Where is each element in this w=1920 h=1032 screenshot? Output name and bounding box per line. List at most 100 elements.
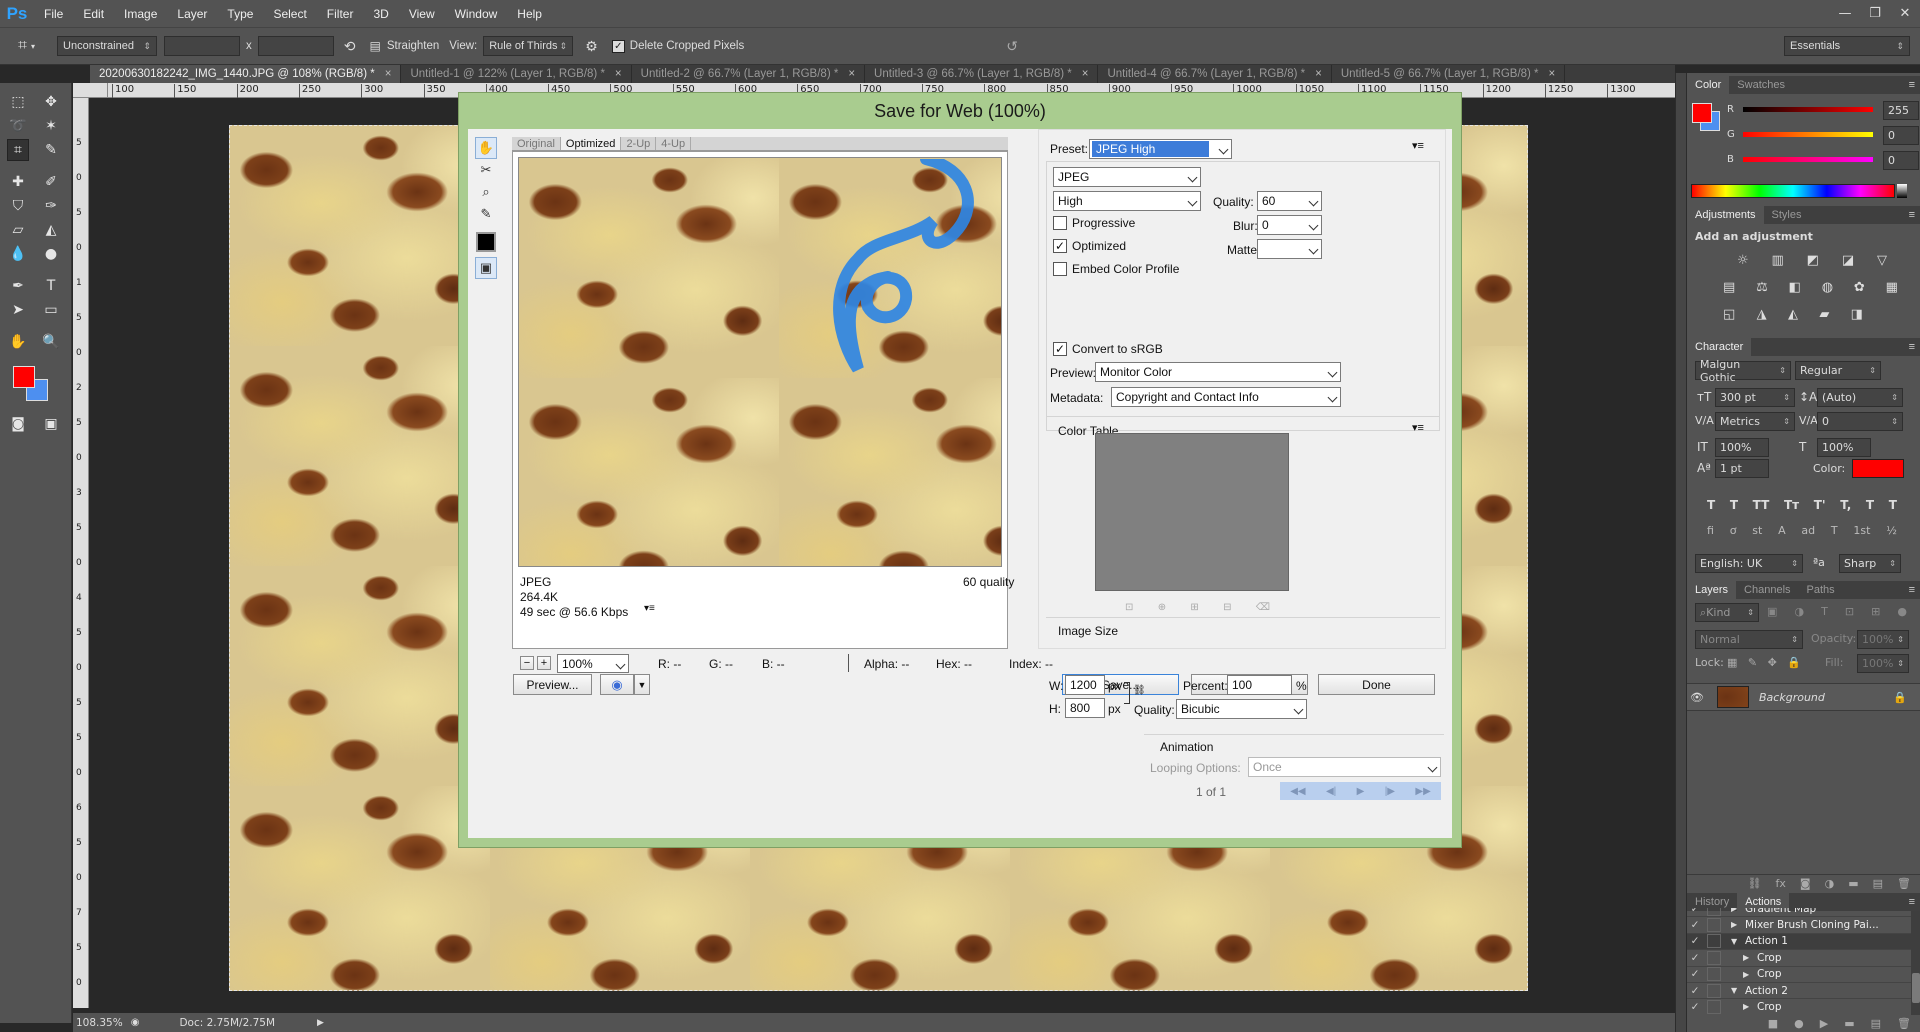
leading-select[interactable]: (Auto) xyxy=(1817,388,1903,407)
fill-input[interactable]: 100% xyxy=(1857,654,1909,673)
color-table-swatches[interactable] xyxy=(1095,433,1289,591)
browser-select-chevron-icon[interactable]: ▼ xyxy=(634,674,650,695)
panel-menu-icon[interactable]: ≡ xyxy=(1909,209,1920,221)
play-icon[interactable]: ▶ xyxy=(1357,786,1365,797)
action-row[interactable]: ✓ ▶ Crop xyxy=(1687,998,1911,1014)
close-tab-icon[interactable]: × xyxy=(1549,68,1556,80)
convert-srgb-checkbox[interactable]: ✓ xyxy=(1053,342,1067,356)
action-enabled-check-icon[interactable]: ✓ xyxy=(1687,908,1703,915)
browser-preview-button[interactable]: ◉ xyxy=(600,674,634,695)
invert-icon[interactable]: ◱ xyxy=(1723,307,1735,322)
action-enabled-check-icon[interactable]: ✓ xyxy=(1687,985,1703,997)
zoom-select[interactable]: 100% xyxy=(557,654,629,673)
zoom-tool-icon[interactable]: 🔍 xyxy=(40,331,62,353)
delete-cropped-checkbox[interactable]: ✓ xyxy=(611,39,625,53)
font-style-select[interactable]: Regular xyxy=(1795,361,1881,380)
blend-mode-select[interactable]: Normal xyxy=(1695,630,1803,649)
lock-paint-icon[interactable]: ✎ xyxy=(1748,656,1757,669)
new-group-icon[interactable]: ▬ xyxy=(1848,877,1858,890)
zoom-in-button[interactable]: + xyxy=(537,656,551,670)
view-tab-original[interactable]: Original xyxy=(512,137,561,150)
menu-layer[interactable]: Layer xyxy=(167,7,217,21)
preview-button[interactable]: Preview... xyxy=(513,674,592,695)
matte-select[interactable] xyxy=(1257,239,1322,259)
new-color-icon[interactable]: ⊟ xyxy=(1223,602,1231,613)
optimized-preview-image[interactable] xyxy=(518,157,1002,567)
crop-tool-icon[interactable]: ⌗ xyxy=(18,37,27,55)
delete-layer-icon[interactable]: 🗑 xyxy=(1897,877,1911,890)
new-adjustment-icon[interactable]: ◑ xyxy=(1825,877,1835,890)
minimize-icon[interactable]: — xyxy=(1830,0,1860,27)
toggle-slices-icon[interactable]: ▣ xyxy=(475,257,497,279)
opentype-button[interactable]: ad xyxy=(1801,524,1815,537)
view-tab-optimized[interactable]: Optimized xyxy=(560,137,622,150)
tab-channels[interactable]: Channels xyxy=(1736,581,1798,599)
web-shift-icon[interactable]: ⊕ xyxy=(1158,602,1166,613)
map-color-icon[interactable]: ⊡ xyxy=(1125,602,1133,613)
filter-toggle-icon[interactable]: ● xyxy=(1897,605,1907,618)
action-row[interactable]: ✓ ▶ Gradient Map xyxy=(1687,908,1911,916)
tab-paths[interactable]: Paths xyxy=(1799,581,1843,599)
last-frame-icon[interactable]: ▶▶ xyxy=(1415,786,1430,797)
foreground-color-swatch[interactable] xyxy=(13,366,35,388)
action-row[interactable]: ✓ ▶ Crop xyxy=(1687,965,1911,982)
g-input[interactable]: 0 xyxy=(1883,126,1919,145)
reset-icon[interactable]: ↺ xyxy=(1006,38,1018,55)
r-slider[interactable] xyxy=(1743,107,1873,112)
action-dialog-toggle[interactable] xyxy=(1707,908,1721,916)
collapse-triangle-icon[interactable]: ▼ xyxy=(1731,986,1745,995)
action-enabled-check-icon[interactable]: ✓ xyxy=(1687,935,1703,947)
crop-tool-icon[interactable]: ⌗ xyxy=(7,139,29,161)
info-menu-icon[interactable]: ▾≡ xyxy=(644,603,655,614)
type-tool-icon[interactable]: T xyxy=(40,275,62,297)
opentype-button[interactable]: ½ xyxy=(1886,524,1897,537)
hue-sat-icon[interactable]: ▤ xyxy=(1723,280,1735,295)
blur-select[interactable]: 0 xyxy=(1257,215,1322,235)
action-dialog-toggle[interactable] xyxy=(1707,983,1721,998)
brightness-icon[interactable]: ☼ xyxy=(1737,253,1749,268)
lasso-tool-icon[interactable]: ➰ xyxy=(7,115,29,137)
link-layers-icon[interactable]: ⛓ xyxy=(1748,877,1762,890)
document-tab[interactable]: Untitled-3 @ 66.7% (Layer 1, RGB/8) * × xyxy=(865,65,1099,83)
tab-character[interactable]: Character xyxy=(1687,338,1752,356)
quick-mask-icon[interactable]: ◙ xyxy=(7,413,29,435)
metadata-select[interactable]: Copyright and Contact Info xyxy=(1111,387,1341,407)
g-slider[interactable] xyxy=(1743,132,1873,137)
view-tab-4-up[interactable]: 4-Up xyxy=(656,137,692,150)
tab-styles[interactable]: Styles xyxy=(1764,206,1810,224)
close-tab-icon[interactable]: × xyxy=(1082,68,1089,80)
tracking-select[interactable]: 0 xyxy=(1817,412,1903,431)
levels-icon[interactable]: ▥ xyxy=(1772,253,1784,268)
action-enabled-check-icon[interactable]: ✓ xyxy=(1687,952,1703,964)
gradient-map-icon[interactable]: ▰ xyxy=(1819,307,1829,322)
lock-color-icon[interactable]: ⊞ xyxy=(1190,602,1198,613)
action-enabled-check-icon[interactable]: ✓ xyxy=(1687,1001,1703,1013)
layer-name[interactable]: Background xyxy=(1759,691,1825,704)
expand-triangle-icon[interactable]: ▶ xyxy=(1743,1002,1757,1011)
width-input[interactable] xyxy=(164,36,241,56)
filter-smart-icon[interactable]: ⊞ xyxy=(1871,605,1880,618)
status-arrow-icon[interactable]: ▶ xyxy=(317,1018,324,1028)
expand-triangle-icon[interactable]: ▶ xyxy=(1743,970,1757,979)
photo-filter-icon[interactable]: ◍ xyxy=(1822,280,1833,295)
selective-color-icon[interactable]: ◨ xyxy=(1851,307,1863,322)
r-input[interactable]: 255 xyxy=(1883,101,1919,120)
b-input[interactable]: 0 xyxy=(1883,151,1919,170)
color-lookup-icon[interactable]: ▦ xyxy=(1886,280,1898,295)
close-tab-icon[interactable]: × xyxy=(385,68,392,80)
color-balance-icon[interactable]: ⚖ xyxy=(1756,280,1768,295)
text-style-button[interactable]: Tт xyxy=(1784,498,1799,512)
opentype-button[interactable]: A xyxy=(1778,524,1786,537)
lock-transparent-icon[interactable]: ▦ xyxy=(1727,656,1737,669)
new-set-icon[interactable]: ▬ xyxy=(1844,1017,1854,1030)
text-style-button[interactable]: T xyxy=(1866,498,1874,512)
action-row[interactable]: ✓ ▼ Action 1 xyxy=(1687,932,1911,949)
blur-tool-icon[interactable]: 💧 xyxy=(7,243,29,265)
document-tab[interactable]: Untitled-1 @ 122% (Layer 1, RGB/8) * × xyxy=(401,65,632,83)
menu-edit[interactable]: Edit xyxy=(73,7,114,21)
history-brush-icon[interactable]: ✑ xyxy=(40,195,62,217)
kerning-select[interactable]: Metrics xyxy=(1715,412,1795,431)
healing-brush-icon[interactable]: ✚ xyxy=(7,171,29,193)
pen-tool-icon[interactable]: ✒ xyxy=(7,275,29,297)
threshold-icon[interactable]: ◭ xyxy=(1788,307,1798,322)
